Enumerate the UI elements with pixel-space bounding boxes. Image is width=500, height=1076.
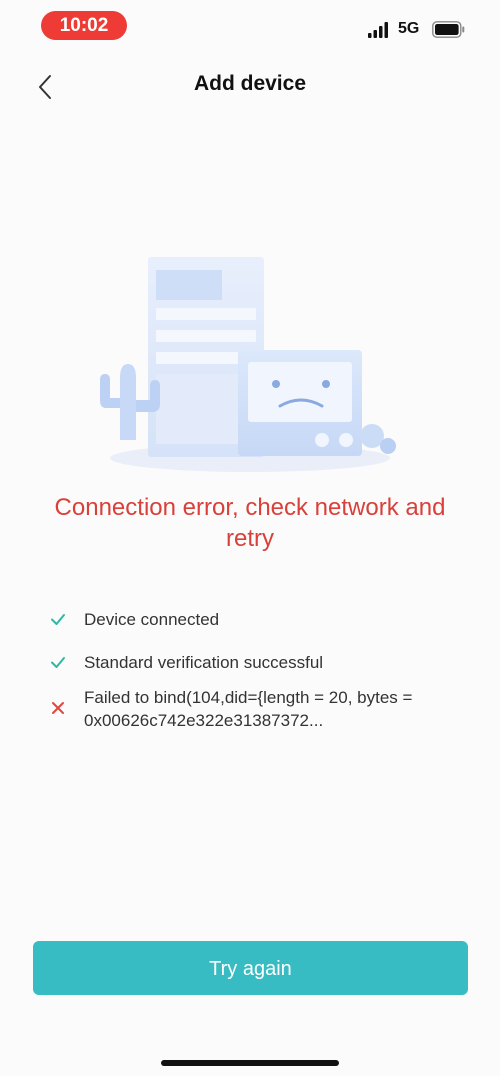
page-title: Add device bbox=[193, 72, 307, 95]
check-icon bbox=[51, 657, 65, 668]
step-bind-failed: Failed to bind(104,did={length = 20, byt… bbox=[46, 686, 500, 732]
home-indicator[interactable] bbox=[161, 1060, 339, 1066]
add-device-screen: 10:02 5G Add device Connection error, ch… bbox=[0, 0, 500, 1076]
status-time: 10:02 bbox=[41, 11, 127, 40]
nav-bar: Add device bbox=[0, 60, 500, 112]
step-label: Failed to bind(104,did={length = 20, byt… bbox=[84, 688, 413, 730]
try-again-button[interactable]: Try again bbox=[33, 941, 468, 995]
error-message: Connection error, check network and retr… bbox=[54, 494, 446, 552]
battery-icon bbox=[432, 21, 465, 38]
network-type: 5G bbox=[398, 20, 420, 37]
step-label: Standard verification successful bbox=[84, 653, 324, 672]
step-device-connected: Device connected bbox=[46, 608, 500, 631]
check-icon bbox=[51, 614, 65, 625]
sad-device-illustration bbox=[100, 257, 396, 472]
status-bar: 10:02 5G bbox=[0, 0, 500, 52]
signal-strength-icon bbox=[368, 22, 388, 38]
cross-icon bbox=[52, 702, 64, 714]
step-label: Device connected bbox=[84, 610, 220, 629]
step-verification: Standard verification successful bbox=[46, 651, 500, 674]
